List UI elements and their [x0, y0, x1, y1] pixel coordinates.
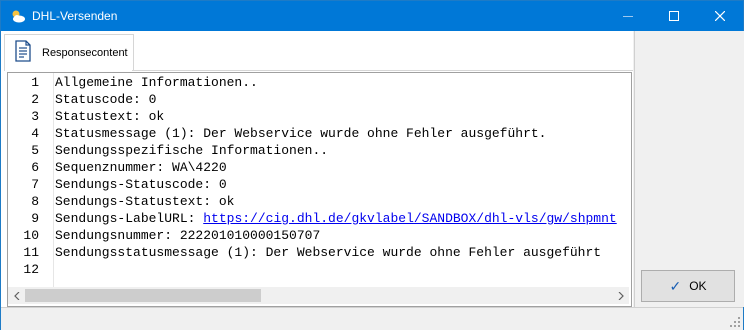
editor-line: 5 Sendungsspezifische Informationen.. [8, 143, 629, 160]
line-number: 11 [23, 245, 39, 260]
editor-line: 7 Sendungs-Statuscode: 0 [8, 177, 629, 194]
window-title: DHL-Versenden [32, 9, 118, 23]
editor-line: 2 Statuscode: 0 [8, 92, 629, 109]
cloud-sun-icon [12, 10, 25, 23]
button-panel [634, 31, 744, 307]
editor-line: 1 Allgemeine Informationen.. [8, 75, 629, 92]
arrow-right-icon [618, 291, 624, 300]
line-number: 6 [31, 160, 39, 175]
scroll-right-button[interactable] [612, 287, 629, 304]
editor-line: 8 Sendungs-Statustext: ok [8, 194, 629, 211]
line-text: Sendungsspezifische Informationen.. [55, 143, 328, 158]
line-text: Sendungs-Statustext: ok [55, 194, 234, 209]
line-text: Sequenznummer: WA\4220 [55, 160, 227, 175]
line-text-content: Statustext: ok [55, 109, 165, 124]
line-number: 10 [23, 228, 39, 243]
line-number: 9 [31, 211, 39, 226]
line-text: Statuscode: 0 [55, 92, 156, 107]
arrow-left-icon [13, 291, 19, 300]
status-bar [1, 307, 743, 330]
line-number: 3 [31, 109, 39, 124]
line-text: Allgemeine Informationen.. [55, 75, 258, 90]
line-number: 1 [31, 75, 39, 90]
tab-responsecontent[interactable]: Responsecontent [4, 34, 134, 71]
minimize-icon [623, 15, 633, 17]
editor-line: 4 Statusmessage (1): Der Webservice wurde… [8, 126, 629, 143]
response-text-editor[interactable]: 1 Allgemeine Informationen.. 2 Statuscode: … [7, 72, 632, 307]
editor-line: 3 Statustext: ok [8, 109, 629, 126]
editor-line: 9 Sendungs-LabelURL: https://cig.dhl.de/g… [8, 211, 629, 228]
line-text: Sendungsnummer: 222201010000150707 [55, 228, 320, 243]
editor-line: 12 [8, 262, 629, 279]
line-text: Statusmessage (1): Der Webservice wurde … [55, 126, 546, 141]
editor-line: 10 Sendungsnummer: 222201010000150707 [8, 228, 629, 245]
close-button[interactable] [697, 1, 743, 31]
label-url-link[interactable]: https://cig.dhl.de/gkvlabel/SANDBOX/dhl-… [203, 211, 616, 226]
checkmark-icon: ✓ [669, 278, 682, 294]
maximize-icon [669, 11, 679, 21]
tab-label: Responsecontent [42, 47, 128, 59]
close-icon [715, 11, 725, 21]
tab-divider [132, 70, 633, 71]
line-text-content: Allgemeine Informationen.. [55, 75, 258, 90]
line-number: 5 [31, 143, 39, 158]
line-text: Statustext: ok [55, 109, 164, 124]
line-text: Sendungs-LabelURL: https://cig.dhl.de/gk… [55, 211, 617, 226]
ok-button-label: OK [689, 279, 707, 293]
line-text-content: Sendungs-LabelURL: [55, 211, 204, 226]
line-text-content: Sendungs-Statustext: ok [55, 194, 235, 209]
line-text-content: Sequenznummer: WA\4220 [55, 160, 227, 175]
scroll-left-button[interactable] [8, 287, 25, 304]
maximize-button[interactable] [651, 1, 697, 31]
line-text-content: Statuscode: 0 [55, 92, 157, 107]
line-number: 4 [31, 126, 39, 141]
resize-grip-icon[interactable] [729, 316, 741, 328]
tab-control: Responsecontent 1 Allgemeine Informatione… [1, 31, 633, 307]
line-text-content: Sendungsnummer: 222201010000150707 [55, 228, 321, 243]
dhl-versenden-window: DHL-Versenden Responsecontent 1 Allgemei… [0, 0, 744, 330]
ok-button[interactable]: ✓ OK [641, 270, 735, 302]
line-number: 12 [23, 262, 39, 277]
horizontal-scrollbar[interactable] [8, 287, 629, 304]
editor-line: 6 Sequenznummer: WA\4220 [8, 160, 629, 177]
line-number: 7 [31, 177, 39, 192]
line-text-content: Sendungsspezifische Informationen.. [55, 143, 329, 158]
line-text-content: Sendungsstatusmessage (1): Der Webservic… [55, 245, 602, 260]
minimize-button[interactable] [605, 1, 651, 31]
editor-line: 11 Sendungsstatusmessage (1): Der Webserv… [8, 245, 629, 262]
document-icon [15, 40, 31, 62]
line-text-content: Sendungs-Statuscode: 0 [55, 177, 227, 192]
title-bar[interactable]: DHL-Versenden [1, 1, 743, 31]
line-text-content: Statusmessage (1): Der Webservice wurde … [55, 126, 547, 141]
scroll-thumb[interactable] [25, 289, 261, 302]
line-number: 8 [31, 194, 39, 209]
line-number: 2 [31, 92, 39, 107]
line-text: Sendungs-Statuscode: 0 [55, 177, 227, 192]
line-text: Sendungsstatusmessage (1): Der Webservic… [55, 245, 601, 260]
